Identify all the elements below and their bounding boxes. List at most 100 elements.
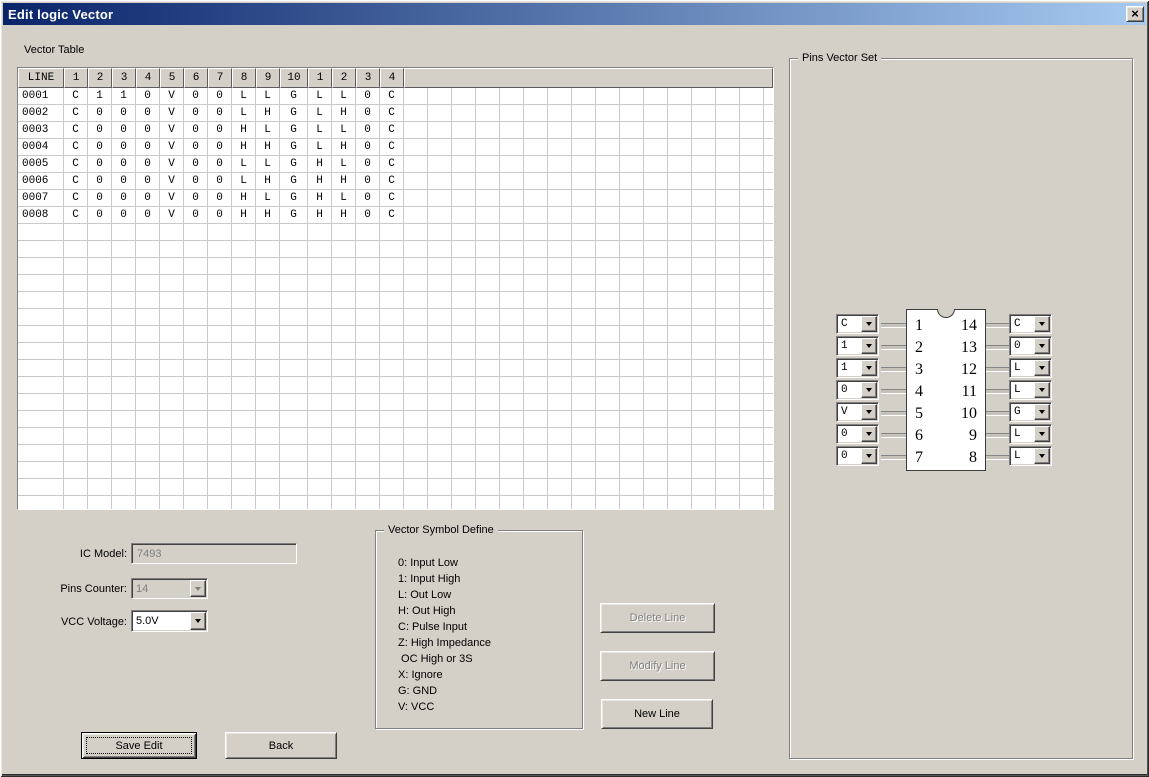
value-cell (332, 462, 356, 479)
chevron-down-glyph (866, 344, 872, 348)
vcc-voltage-select[interactable]: 5.0V (131, 610, 208, 632)
table-row[interactable]: 0008C000V00HHGHH0C (18, 207, 773, 224)
table-row (18, 445, 773, 462)
table-row[interactable]: 0006C000V00LHGHH0C (18, 173, 773, 190)
value-cell (64, 241, 88, 258)
empty-cell (668, 411, 692, 428)
left-pin-selects: C110V00 (836, 314, 879, 468)
value-cell (184, 360, 208, 377)
pin-2-select[interactable]: 1 (836, 336, 879, 356)
value-cell (112, 496, 136, 510)
pin-number: 14 (961, 315, 977, 337)
close-button[interactable]: × (1126, 6, 1144, 22)
value-cell (208, 360, 232, 377)
empty-cell (692, 309, 716, 326)
chevron-down-icon (861, 360, 877, 376)
empty-cell (668, 122, 692, 139)
pin-12-select[interactable]: L (1009, 358, 1052, 378)
empty-cell (428, 207, 452, 224)
value-cell (112, 479, 136, 496)
value-cell: 0 (184, 105, 208, 122)
column-header: 7 (208, 68, 232, 88)
empty-cell (620, 445, 644, 462)
value-cell (160, 462, 184, 479)
line-number-cell (18, 275, 64, 292)
value-cell (112, 428, 136, 445)
empty-cell (692, 275, 716, 292)
empty-cell (476, 428, 500, 445)
empty-cell (428, 394, 452, 411)
value-cell: V (160, 88, 184, 105)
new-line-button[interactable]: New Line (601, 699, 713, 729)
empty-cell (692, 394, 716, 411)
pin-5-select[interactable]: V (836, 402, 879, 422)
table-row[interactable]: 0002C000V00LHGLH0C (18, 105, 773, 122)
value-cell (160, 343, 184, 360)
pin-3-select[interactable]: 1 (836, 358, 879, 378)
pin-1-select[interactable]: C (836, 314, 879, 334)
value-cell (208, 326, 232, 343)
empty-cell (524, 241, 548, 258)
value-cell (332, 411, 356, 428)
pin-7-select[interactable]: 0 (836, 446, 879, 466)
empty-cell (716, 377, 740, 394)
empty-cell (548, 411, 572, 428)
value-cell (380, 360, 404, 377)
empty-cell (548, 275, 572, 292)
empty-cell (452, 207, 476, 224)
pin-select-value: L (1010, 381, 1033, 399)
pin-4-select[interactable]: 0 (836, 380, 879, 400)
pin-13-select[interactable]: 0 (1009, 336, 1052, 356)
value-cell: 0 (356, 105, 380, 122)
empty-cell (476, 241, 500, 258)
value-cell: H (256, 139, 280, 156)
table-row (18, 275, 773, 292)
value-cell: C (64, 190, 88, 207)
empty-cell (620, 275, 644, 292)
empty-cell (764, 88, 774, 105)
value-cell (332, 428, 356, 445)
value-cell (112, 309, 136, 326)
value-cell (280, 496, 308, 510)
chevron-down-icon (190, 580, 206, 597)
vector-symbol-define-group: Vector Symbol Define 0: Input Low1: Inpu… (375, 530, 583, 729)
value-cell: H (332, 173, 356, 190)
empty-cell (476, 292, 500, 309)
table-row[interactable]: 0004C000V00HHGLH0C (18, 139, 773, 156)
table-row[interactable]: 0005C000V00LLGHL0C (18, 156, 773, 173)
empty-cell (692, 292, 716, 309)
value-cell: 0 (356, 190, 380, 207)
table-row[interactable]: 0007C000V00HLGHL0C (18, 190, 773, 207)
save-edit-button[interactable]: Save Edit (81, 732, 197, 759)
empty-cell (572, 377, 596, 394)
pin-8-select[interactable]: L (1009, 446, 1052, 466)
empty-cell (644, 360, 668, 377)
empty-cell (500, 207, 524, 224)
back-button[interactable]: Back (225, 732, 337, 759)
empty-cell (524, 88, 548, 105)
empty-cell (524, 275, 548, 292)
empty-cell (764, 411, 774, 428)
empty-cell (740, 360, 764, 377)
empty-cell (764, 479, 774, 496)
value-cell: C (380, 139, 404, 156)
pin-9-select[interactable]: L (1009, 424, 1052, 444)
empty-cell (500, 258, 524, 275)
table-row[interactable]: 0003C000V00HLGLL0C (18, 122, 773, 139)
empty-cell (740, 156, 764, 173)
pin-10-select[interactable]: G (1009, 402, 1052, 422)
value-cell (112, 377, 136, 394)
value-cell (208, 258, 232, 275)
value-cell: 0 (136, 88, 160, 105)
pin-6-select[interactable]: 0 (836, 424, 879, 444)
empty-cell (572, 292, 596, 309)
pin-14-select[interactable]: C (1009, 314, 1052, 334)
empty-cell (524, 190, 548, 207)
value-cell (112, 275, 136, 292)
symbol-define-line: Z: High Impedance (398, 635, 578, 651)
value-cell (256, 326, 280, 343)
empty-cell (428, 173, 452, 190)
table-row[interactable]: 0001C110V00LLGLL0C (18, 88, 773, 105)
value-cell: L (256, 156, 280, 173)
pin-11-select[interactable]: L (1009, 380, 1052, 400)
